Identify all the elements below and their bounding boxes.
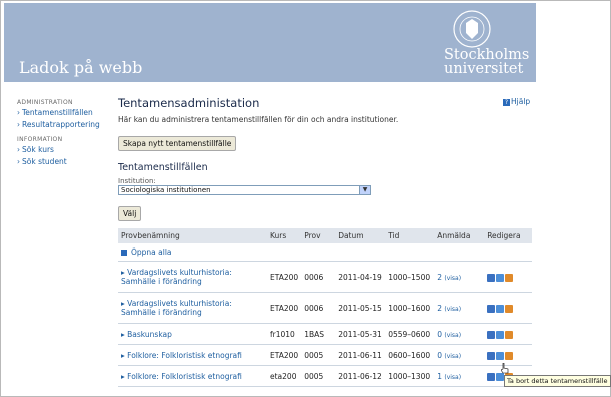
- app-title: Ladok på webb: [19, 58, 143, 77]
- university-name-line2: universitet: [444, 61, 524, 77]
- choose-button[interactable]: Välj: [118, 206, 142, 221]
- column-header: Tid: [385, 228, 435, 243]
- delete-tooltip: Ta bort detta tentamenstillfälle: [504, 375, 611, 387]
- create-exam-button[interactable]: Skapa nytt tentamenstillfälle: [118, 136, 237, 151]
- sidebar-item-resultatrapportering[interactable]: › Resultatrapportering: [17, 119, 115, 130]
- time-cell: 1000–1300: [385, 365, 435, 387]
- edit-actions: [484, 292, 532, 324]
- open-all-link[interactable]: Öppna alla: [118, 243, 532, 262]
- date-cell: 2011-05-31: [335, 323, 386, 345]
- edit-icon[interactable]: [496, 351, 505, 360]
- exam-code-cell: 0005: [301, 365, 336, 387]
- column-header: Datum: [335, 228, 386, 243]
- exam-name-link[interactable]: ▸ Baskunskap: [118, 323, 267, 345]
- exam-code-cell: 1BAS: [301, 323, 336, 345]
- table-row: ▸ Vardagslivets kulturhistoria: Samhälle…: [118, 292, 532, 324]
- registered-cell[interactable]: 0 (visa): [434, 344, 485, 366]
- delete-icon[interactable]: [505, 351, 514, 360]
- date-cell: 2011-06-12: [335, 365, 386, 387]
- column-header: Provbenämning: [118, 228, 267, 243]
- column-header: Anmälda: [434, 228, 485, 243]
- sidebar: ADMINISTRATION › Tentamenstillfällen › Res…: [17, 97, 115, 168]
- registered-cell[interactable]: 1 (visa): [434, 365, 485, 387]
- sidebar-item-tentamenstillfallen[interactable]: › Tentamenstillfällen: [17, 107, 115, 118]
- column-header: Redigera: [484, 228, 532, 243]
- info-icon[interactable]: [487, 273, 496, 282]
- course-cell: ETA200: [267, 261, 302, 293]
- edit-icon[interactable]: [496, 273, 505, 282]
- exam-name-link[interactable]: ▸ Vardagslivets kulturhistoria: Samhälle…: [118, 292, 267, 324]
- section-title: Tentamenstillfällen: [118, 162, 208, 173]
- institution-label: Institution:: [118, 177, 156, 185]
- time-cell: 0600–1600: [385, 344, 435, 366]
- info-icon[interactable]: [487, 351, 496, 360]
- exam-name-link[interactable]: ▸ Vardagslivets kulturhistoria: Samhälle…: [118, 261, 267, 293]
- edit-icon[interactable]: [496, 330, 505, 339]
- open-all-row: Öppna alla: [118, 243, 532, 262]
- time-cell: 1000–1500: [385, 261, 435, 293]
- info-icon[interactable]: [487, 372, 496, 381]
- exam-table: Provbenämning Kurs Prov Datum Tid Anmäld…: [118, 228, 532, 387]
- exam-name-link[interactable]: ▸ Folklore: Folkloristisk etnografi: [118, 344, 267, 366]
- date-cell: 2011-06-11: [335, 344, 386, 366]
- edit-actions: [484, 323, 532, 345]
- delete-icon[interactable]: [505, 273, 514, 282]
- course-cell: eta200: [267, 365, 302, 387]
- sidebar-item-sok-kurs[interactable]: › Sök kurs: [17, 144, 115, 155]
- course-cell: ETA200: [267, 344, 302, 366]
- table-row: ▸ Vardagslivets kulturhistoria: Samhälle…: [118, 261, 532, 293]
- registered-cell[interactable]: 2 (visa): [434, 292, 485, 324]
- table-header-row: Provbenämning Kurs Prov Datum Tid Anmäld…: [118, 228, 532, 243]
- page-title: Tentamensadministation: [118, 96, 260, 110]
- table-row: ▸ Folklore: Folkloristisk etnografi eta2…: [118, 365, 532, 387]
- sidebar-item-sok-student[interactable]: › Sök student: [17, 156, 115, 167]
- hand-cursor-icon: [501, 363, 509, 374]
- course-cell: fr1010: [267, 323, 302, 345]
- table-row: ▸ Folklore: Folkloristisk etnografi ETA2…: [118, 344, 532, 366]
- column-header: Kurs: [267, 228, 302, 243]
- intro-text: Här kan du administrera tentamenstillfäl…: [118, 115, 399, 124]
- university-name-line1: Stockholms: [444, 47, 530, 63]
- header-banner: Ladok på webb Stockholms universitet: [4, 3, 536, 82]
- sidebar-heading-administration: ADMINISTRATION: [17, 99, 73, 106]
- exam-code-cell: 0006: [301, 261, 336, 293]
- registered-cell[interactable]: 2 (visa): [434, 261, 485, 293]
- university-crest-icon: [453, 10, 491, 48]
- chevron-down-icon[interactable]: ▼: [359, 186, 370, 194]
- date-cell: 2011-05-15: [335, 292, 386, 324]
- plus-icon: [121, 249, 127, 256]
- table-row: ▸ Baskunskap fr1010 1BAS 2011-05-31 0559…: [118, 323, 532, 345]
- exam-code-cell: 0005: [301, 344, 336, 366]
- institution-select[interactable]: Sociologiska institutionen ▼: [118, 185, 371, 195]
- edit-actions: [484, 261, 532, 293]
- exam-name-link[interactable]: ▸ Folklore: Folkloristisk etnografi: [118, 365, 267, 387]
- column-header: Prov: [301, 228, 336, 243]
- delete-icon[interactable]: [505, 330, 514, 339]
- sidebar-heading-information: INFORMATION: [17, 136, 63, 143]
- registered-cell[interactable]: 0 (visa): [434, 323, 485, 345]
- university-name: Stockholms universitet: [444, 47, 530, 77]
- delete-icon[interactable]: [505, 304, 514, 313]
- info-icon[interactable]: [487, 304, 496, 313]
- time-cell: 1000–1600: [385, 292, 435, 324]
- course-cell: ETA200: [267, 292, 302, 324]
- edit-icon[interactable]: [496, 304, 505, 313]
- date-cell: 2011-04-19: [335, 261, 386, 293]
- info-icon[interactable]: [487, 330, 496, 339]
- time-cell: 0559–0600: [385, 323, 435, 345]
- main-content: Tentamensadministation Här kan du admini…: [118, 96, 532, 221]
- exam-code-cell: 0006: [301, 292, 336, 324]
